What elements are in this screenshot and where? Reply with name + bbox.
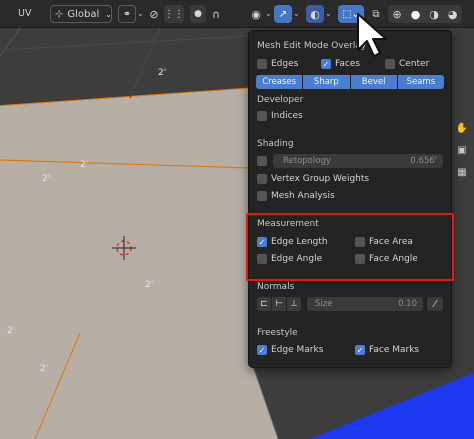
face-normals-toggle[interactable]: ⊥ bbox=[287, 297, 301, 311]
creases-toggle[interactable]: Creases bbox=[256, 75, 303, 89]
rendered-shading-icon[interactable]: ◕ bbox=[448, 8, 458, 21]
developer-heading: Developer bbox=[257, 95, 304, 105]
edge-length-label: 2' bbox=[158, 68, 167, 78]
chevron-down-icon[interactable]: ⌄ bbox=[137, 9, 144, 18]
retopology-checkbox[interactable] bbox=[257, 154, 271, 168]
proportional-edit-button[interactable]: ● bbox=[190, 5, 206, 23]
edge-attribute-toggles: Creases Sharp Bevel Seams bbox=[256, 75, 444, 89]
shading-mode-group: ⊕ ● ◑ ◕ bbox=[388, 5, 462, 23]
checkbox-icon bbox=[257, 59, 267, 69]
visibility-button[interactable]: ◉ bbox=[246, 5, 266, 23]
check-icon: ✓ bbox=[355, 345, 365, 355]
seams-toggle[interactable]: Seams bbox=[397, 75, 444, 89]
vertex-group-weights-checkbox[interactable]: Vertex Group Weights bbox=[257, 172, 369, 186]
split-normals-toggle[interactable]: ⊢ bbox=[272, 297, 286, 311]
hand-icon[interactable]: ✋ bbox=[454, 118, 470, 140]
size-value: 0.10 bbox=[398, 299, 417, 309]
bevel-toggle[interactable]: Bevel bbox=[350, 75, 397, 89]
gizmo-arrow-icon: ↗ bbox=[278, 8, 288, 20]
mesh-analysis-label: Mesh Analysis bbox=[271, 191, 335, 201]
split-normal-icon: ⊢ bbox=[275, 299, 283, 309]
uv-menu[interactable]: UV bbox=[18, 8, 31, 19]
retopology-slider[interactable]: Retopology 0.656' bbox=[273, 154, 443, 168]
face-marks-label: Face Marks bbox=[369, 345, 420, 355]
falloff-button[interactable]: ∩ bbox=[208, 5, 224, 23]
chevron-down-icon[interactable]: ⌄ bbox=[325, 9, 332, 18]
orientation-label: Global bbox=[67, 8, 100, 20]
edge-length-label: 2' bbox=[7, 326, 16, 336]
check-icon: ✓ bbox=[321, 59, 331, 69]
solid-shading-icon[interactable]: ● bbox=[411, 8, 421, 21]
magnet-icon: ⊘ bbox=[149, 7, 159, 21]
vertex-group-weights-label: Vertex Group Weights bbox=[271, 174, 370, 184]
wireframe-shading-icon[interactable]: ⊕ bbox=[392, 8, 401, 21]
link-icon: ⚭ bbox=[122, 8, 132, 20]
sidebar-tool-icons: ✋ ▣ ▦ bbox=[454, 118, 470, 198]
material-shading-icon[interactable]: ◑ bbox=[429, 8, 439, 21]
falloff-curve-icon: ∩ bbox=[211, 7, 221, 21]
edge-marks-label: Edge Marks bbox=[271, 345, 324, 355]
viewport-header: UV ⊹ Global ⌄ ⚭ ⌄ ⊘ ⋮⋮ ● ∩ ◉ ⌄ ↗ ⌄ ◐ ⌄ ⬚… bbox=[0, 0, 474, 28]
grid-snap-icon: ⋮⋮ bbox=[164, 8, 184, 20]
eyedropper-icon: ⁄ bbox=[434, 298, 436, 310]
check-icon: ✓ bbox=[257, 345, 267, 355]
edge-length-label: 2' bbox=[42, 174, 51, 184]
mouse-cursor-icon bbox=[357, 13, 387, 57]
normals-size-slider[interactable]: Size 0.10 bbox=[307, 297, 423, 311]
shading-heading: Shading bbox=[257, 139, 294, 149]
freestyle-heading: Freestyle bbox=[257, 328, 298, 338]
center-label: Center bbox=[399, 59, 430, 69]
center-checkbox[interactable]: Center bbox=[385, 57, 429, 71]
checkbox-icon bbox=[257, 174, 267, 184]
vertex-normals-toggle[interactable]: ⊏ bbox=[257, 297, 271, 311]
edge-length-label: 2' bbox=[145, 280, 154, 290]
face-normal-icon: ⊥ bbox=[290, 299, 298, 309]
faces-checkbox[interactable]: ✓ Faces bbox=[321, 57, 360, 71]
indices-label: Indices bbox=[271, 111, 303, 121]
popover-title: Mesh Edit Mode Overlay bbox=[257, 41, 367, 51]
overlays-button[interactable]: ◐ bbox=[306, 5, 324, 23]
retopology-value: 0.656' bbox=[410, 156, 437, 166]
face-marks-checkbox[interactable]: ✓ Face Marks bbox=[355, 343, 419, 357]
mesh-edit-overlay-popover: Mesh Edit Mode Overlay Edges ✓ Faces Cen… bbox=[248, 30, 452, 368]
measurement-highlight-box bbox=[246, 213, 454, 281]
camera-icon[interactable]: ▣ bbox=[454, 140, 470, 162]
normals-heading: Normals bbox=[257, 282, 295, 292]
eyedropper-button[interactable]: ⁄ bbox=[427, 297, 443, 311]
sharp-toggle[interactable]: Sharp bbox=[303, 75, 350, 89]
edge-length-label: 2' bbox=[40, 364, 49, 374]
eye-icon: ◉ bbox=[251, 7, 261, 21]
snap-toggle-button[interactable]: ⊘ bbox=[146, 5, 162, 23]
pivot-point-button[interactable]: ⚭ bbox=[118, 5, 136, 23]
orientation-icon: ⊹ bbox=[55, 8, 64, 20]
checkbox-icon bbox=[257, 156, 267, 166]
edge-length-label: 2' bbox=[80, 160, 89, 170]
orientation-dropdown[interactable]: ⊹ Global ⌄ bbox=[50, 5, 112, 23]
overlays-icon: ◐ bbox=[310, 7, 320, 21]
grid-icon[interactable]: ▦ bbox=[454, 162, 470, 184]
checkbox-icon bbox=[257, 111, 267, 121]
checkbox-icon bbox=[385, 59, 395, 69]
edge-marks-checkbox[interactable]: ✓ Edge Marks bbox=[257, 343, 323, 357]
chevron-down-icon: ⌄ bbox=[105, 9, 112, 19]
faces-label: Faces bbox=[335, 59, 361, 69]
checkbox-icon bbox=[257, 191, 267, 201]
vertex-normal-icon: ⊏ bbox=[260, 299, 268, 309]
snap-target-button[interactable]: ⋮⋮ bbox=[164, 5, 184, 23]
proportional-icon: ● bbox=[194, 9, 202, 19]
gizmo-button[interactable]: ↗ bbox=[274, 5, 292, 23]
indices-checkbox[interactable]: Indices bbox=[257, 109, 303, 123]
edges-checkbox[interactable]: Edges bbox=[257, 57, 298, 71]
mesh-analysis-checkbox[interactable]: Mesh Analysis bbox=[257, 189, 335, 203]
chevron-down-icon[interactable]: ⌄ bbox=[265, 9, 272, 18]
chevron-down-icon[interactable]: ⌄ bbox=[293, 9, 300, 18]
edges-label: Edges bbox=[271, 59, 299, 69]
